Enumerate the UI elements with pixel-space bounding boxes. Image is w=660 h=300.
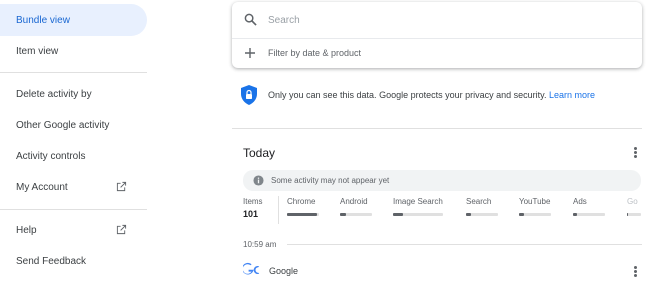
add-icon bbox=[245, 48, 255, 58]
sidebar-item-item-view[interactable]: Item view bbox=[0, 35, 147, 67]
product-youtube-label[interactable]: YouTube bbox=[519, 197, 550, 206]
learn-more-link[interactable]: Learn more bbox=[549, 90, 595, 100]
product-image-search-label[interactable]: Image Search bbox=[393, 197, 443, 206]
sidebar-item-label: Delete activity by bbox=[16, 88, 92, 100]
product-go-bar-fill bbox=[627, 213, 629, 216]
sidebar-divider bbox=[0, 72, 147, 73]
entry-time: 10:59 am bbox=[243, 240, 277, 249]
stats-divider bbox=[278, 196, 279, 224]
product-image-search-bar bbox=[393, 213, 443, 216]
product-ads-label[interactable]: Ads bbox=[573, 197, 587, 206]
sidebar-item-other-google-activity[interactable]: Other Google activity bbox=[0, 109, 147, 141]
more-options-icon[interactable] bbox=[630, 146, 640, 160]
filter-label: Filter by date & product bbox=[268, 48, 362, 58]
search-input[interactable] bbox=[268, 11, 628, 29]
sidebar-item-send-feedback[interactable]: Send Feedback bbox=[0, 245, 147, 277]
more-options-icon[interactable] bbox=[630, 265, 640, 279]
product-chrome-bar-fill bbox=[287, 213, 318, 216]
section-title: Today bbox=[243, 146, 276, 160]
product-go-bar bbox=[627, 213, 641, 216]
search-card: Filter by date & product bbox=[232, 2, 642, 68]
product-search-bar bbox=[466, 213, 498, 216]
sidebar-divider bbox=[0, 209, 147, 210]
search-icon bbox=[244, 13, 257, 26]
filter-button[interactable]: Filter by date & product bbox=[232, 39, 642, 68]
product-android-bar bbox=[340, 213, 372, 216]
product-chrome-label[interactable]: Chrome bbox=[287, 197, 315, 206]
entry-product[interactable]: Google bbox=[269, 266, 298, 276]
time-divider bbox=[287, 244, 642, 245]
search-row[interactable] bbox=[232, 2, 642, 37]
product-search-bar-fill bbox=[466, 213, 471, 216]
activity-notice: Some activity may not appear yet bbox=[243, 170, 641, 191]
sidebar-item-label: Bundle view bbox=[16, 14, 70, 26]
info-icon bbox=[253, 175, 264, 186]
open-in-new-icon bbox=[116, 181, 127, 192]
sidebar-item-my-account[interactable]: My Account bbox=[0, 171, 147, 203]
sidebar-item-label: Other Google activity bbox=[16, 119, 110, 131]
sidebar-item-label: Item view bbox=[16, 45, 59, 57]
items-count: 101 bbox=[243, 209, 259, 219]
privacy-text: Only you can see this data. Google prote… bbox=[268, 90, 547, 100]
product-go-label[interactable]: Go bbox=[627, 197, 641, 206]
sidebar-item-help[interactable]: Help bbox=[0, 214, 147, 246]
product-youtube-bar-fill bbox=[519, 213, 524, 216]
sidebar: Bundle view Item view Delete activity by… bbox=[0, 0, 147, 300]
product-ads-bar-fill bbox=[573, 213, 577, 216]
google-logo-icon bbox=[243, 262, 260, 275]
section-divider bbox=[232, 128, 642, 129]
sidebar-item-activity-controls[interactable]: Activity controls bbox=[0, 140, 147, 172]
product-android-label[interactable]: Android bbox=[340, 197, 368, 206]
product-image-search-bar-fill bbox=[393, 213, 403, 216]
product-android-bar-fill bbox=[340, 213, 347, 216]
sidebar-item-label: Send Feedback bbox=[16, 255, 87, 267]
sidebar-item-delete-activity[interactable]: Delete activity by bbox=[0, 78, 147, 110]
shield-lock-icon bbox=[241, 85, 257, 105]
sidebar-item-bundle-view[interactable]: Bundle view bbox=[0, 4, 147, 36]
notice-text: Some activity may not appear yet bbox=[271, 176, 390, 185]
open-in-new-icon bbox=[116, 224, 127, 235]
product-search-label[interactable]: Search bbox=[466, 197, 491, 206]
sidebar-item-label: Activity controls bbox=[16, 150, 86, 162]
sidebar-item-label: Help bbox=[16, 224, 37, 236]
items-label: Items bbox=[243, 197, 263, 206]
sidebar-item-label: My Account bbox=[16, 181, 68, 193]
privacy-notice: Only you can see this data. Google prote… bbox=[268, 90, 595, 100]
product-ads-bar bbox=[573, 213, 605, 216]
product-chrome-bar bbox=[287, 213, 319, 216]
product-youtube-bar bbox=[519, 213, 551, 216]
